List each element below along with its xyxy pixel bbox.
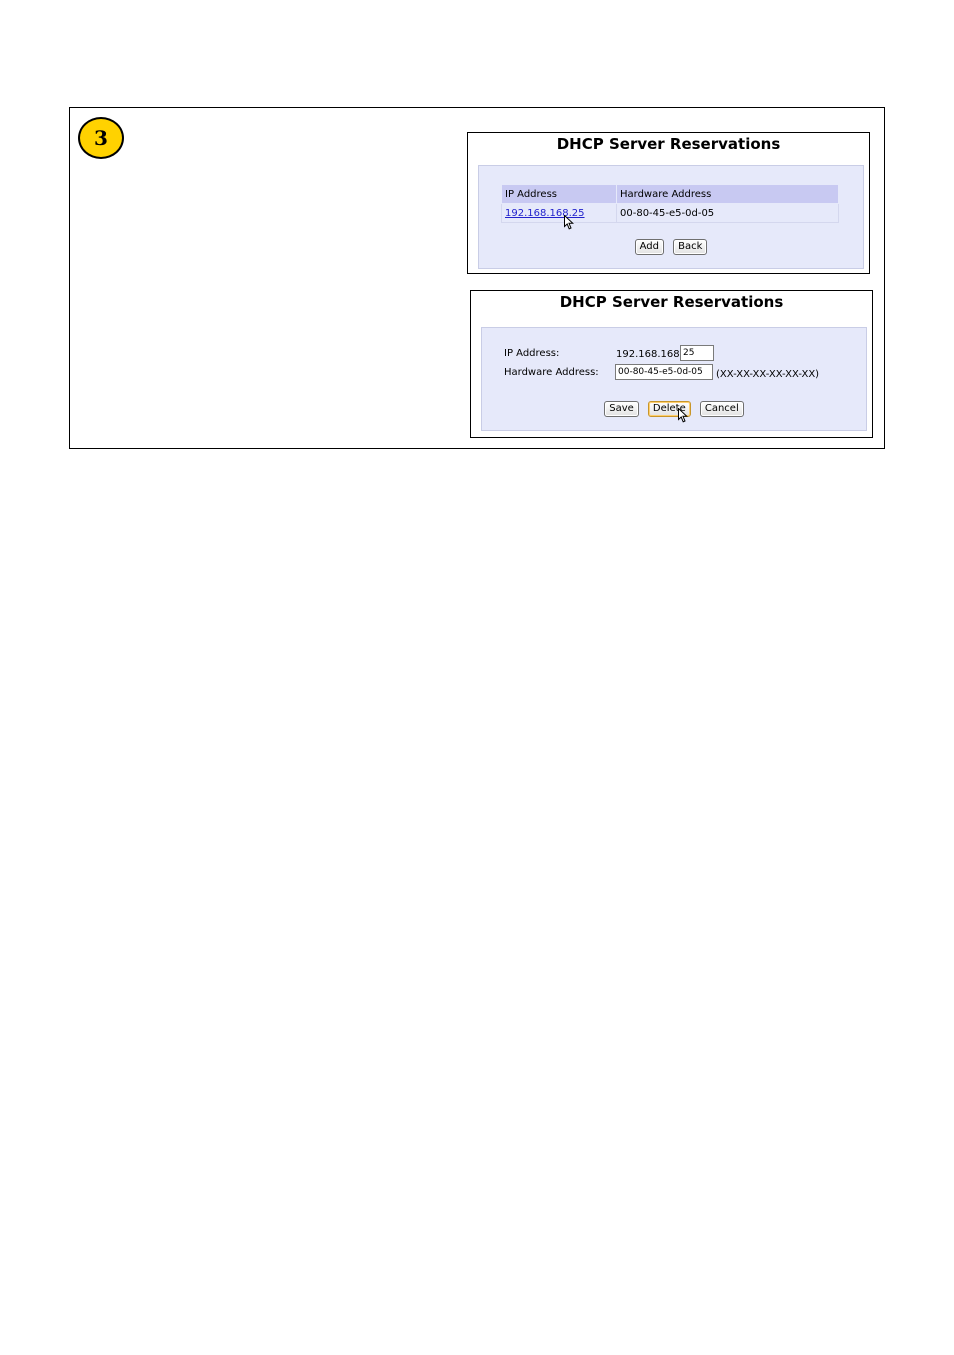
add-button[interactable]: Add: [634, 239, 664, 255]
back-button[interactable]: Back: [673, 239, 708, 255]
ip-last-octet-input[interactable]: 25: [680, 345, 714, 361]
hardware-format-hint: (XX-XX-XX-XX-XX-XX): [716, 369, 820, 380]
mouse-pointer-icon: [564, 215, 574, 230]
hardware-address-label: Hardware Address:: [504, 367, 599, 378]
column-header-ip: IP Address: [501, 184, 617, 204]
ip-prefix-text: 192.168.168.: [616, 349, 683, 360]
table-header-row: IP Address Hardware Address: [501, 184, 839, 204]
reservations-table: IP Address Hardware Address 192.168.168.…: [501, 184, 839, 223]
reservations-list-screenshot: DHCP Server Reservations IP Address Hard…: [467, 132, 870, 274]
reservation-edit-title: DHCP Server Reservations: [559, 293, 784, 311]
ip-cell: 192.168.168.25: [501, 203, 617, 223]
reservation-edit-panel: IP Address: 192.168.168. 25 Hardware Add…: [481, 327, 867, 431]
step-number-badge: 3: [78, 117, 124, 159]
reservations-list-panel: IP Address Hardware Address 192.168.168.…: [478, 165, 864, 269]
ip-address-label: IP Address:: [504, 348, 560, 359]
table-row: 192.168.168.25 00-80-45-e5-0d-05: [501, 203, 839, 223]
save-button[interactable]: Save: [604, 401, 639, 417]
reservations-list-title: DHCP Server Reservations: [556, 135, 781, 153]
mac-cell: 00-80-45-e5-0d-05: [616, 203, 839, 223]
column-header-hardware: Hardware Address: [616, 184, 839, 204]
reservation-edit-screenshot: DHCP Server Reservations IP Address: 192…: [470, 290, 873, 438]
edit-button-row: Save Delete Cancel: [482, 396, 866, 417]
cancel-button[interactable]: Cancel: [699, 401, 744, 417]
mouse-pointer-icon: [678, 408, 688, 423]
list-button-row: Add Back: [479, 234, 863, 255]
hardware-address-input[interactable]: 00-80-45-e5-0d-05: [615, 364, 713, 380]
